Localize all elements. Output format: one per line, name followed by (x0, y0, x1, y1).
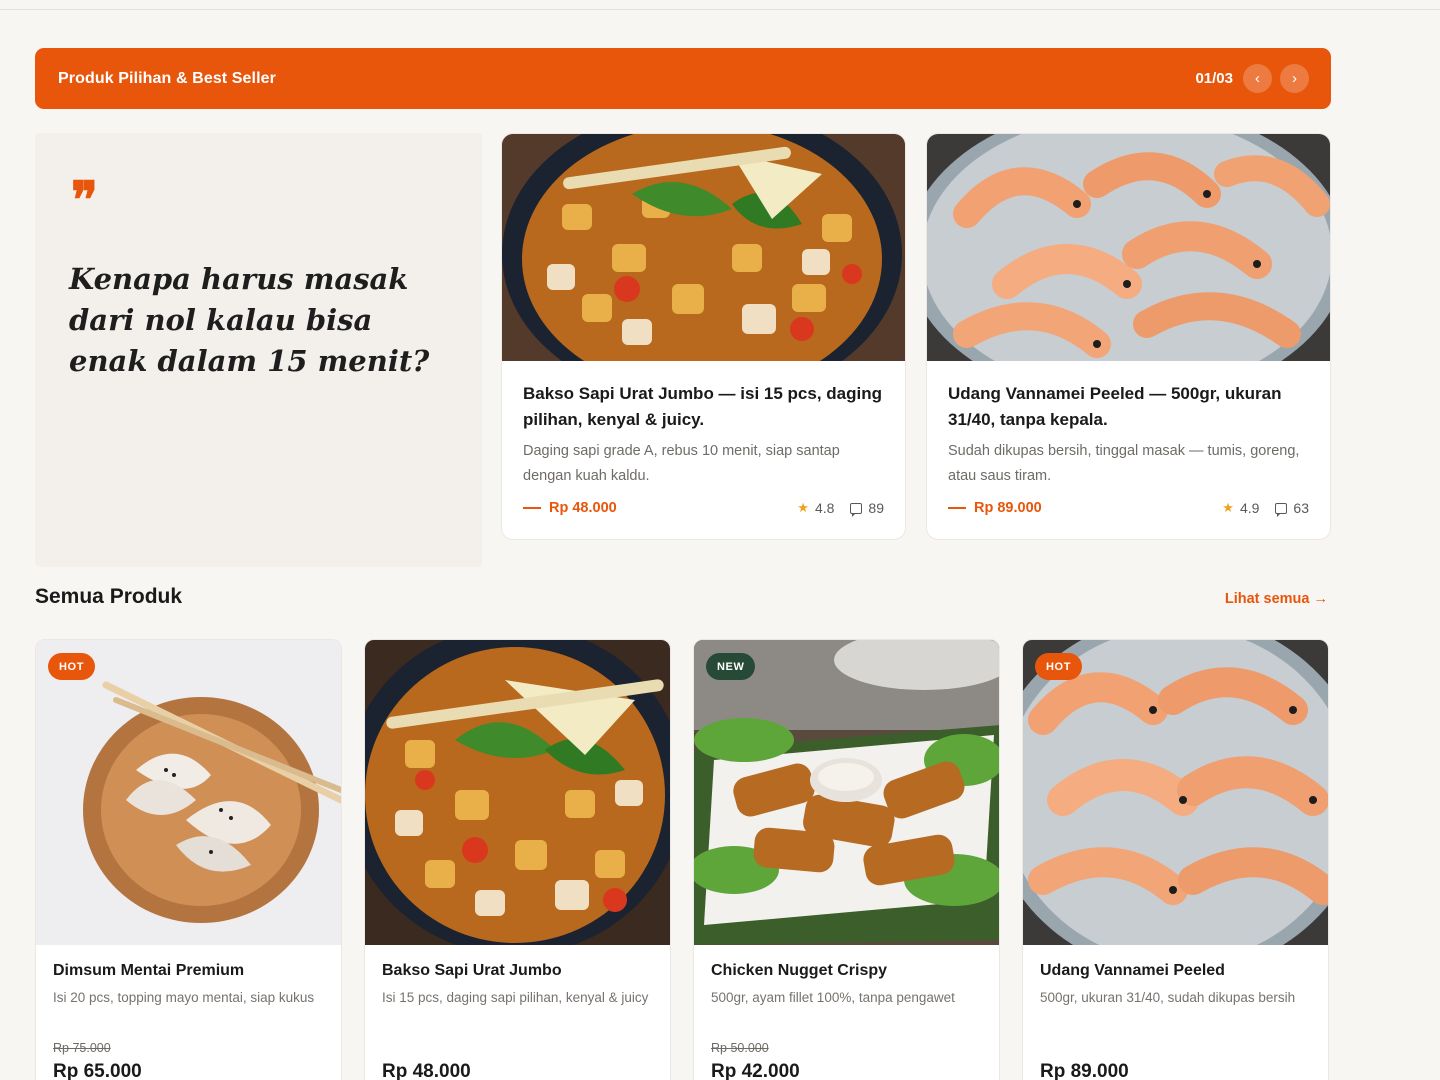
product-image-dimsum: HOT (36, 640, 341, 945)
product-image-udang (927, 134, 1330, 361)
comment-icon (1275, 502, 1288, 517)
featured-price: Rp 89.000 (974, 500, 1042, 516)
chevron-right-icon: › (1292, 70, 1297, 87)
product-card[interactable]: HOT Udang Vannamei Peeled 500gr, ukuran … (1022, 639, 1329, 1080)
review-count: 63 (1293, 500, 1309, 516)
product-desc: 500gr, ukuran 31/40, sudah dikupas bersi… (1040, 990, 1296, 1005)
product-name: Bakso Sapi Urat Jumbo (382, 962, 562, 979)
product-card[interactable]: NEW Chicken Nugget Crispy 500gr, ayam fi… (693, 639, 1000, 1080)
price-dash (523, 507, 541, 509)
product-price: Rp 89.000 (1040, 1061, 1129, 1080)
product-price: Rp 65.000 (53, 1061, 142, 1080)
banner-title: Produk Pilihan & Best Seller (58, 69, 276, 87)
rating-value: 4.9 (1239, 500, 1260, 516)
status-badge: HOT (48, 653, 96, 680)
quote-icon: ❞ (71, 170, 98, 229)
featured-price: Rp 48.000 (549, 500, 617, 516)
product-image-bakso (365, 640, 670, 945)
product-desc: 500gr, ayam fillet 100%, tanpa pengawet (711, 990, 955, 1005)
prev-slide-button[interactable]: ‹ (1243, 64, 1272, 93)
top-divider (0, 9, 1440, 10)
featured-desc: Sudah dikupas bersih, tinggal masak — tu… (948, 443, 1300, 484)
featured-footer: Rp 89.000 ★ 4.9 63 (948, 500, 1309, 517)
star-icon: ★ (1222, 500, 1234, 515)
featured-card[interactable]: Bakso Sapi Urat Jumbo — isi 15 pcs, dagi… (501, 133, 906, 540)
product-card[interactable]: Bakso Sapi Urat Jumbo Isi 15 pcs, daging… (364, 639, 671, 1080)
chevron-left-icon: ‹ (1255, 70, 1260, 87)
product-card[interactable]: HOT Dimsum Mentai Premium Isi 20 pcs, to… (35, 639, 342, 1080)
status-badge: NEW (706, 653, 756, 680)
featured-desc: Daging sapi grade A, rebus 10 menit, sia… (523, 443, 840, 484)
carousel-controls: 01/03 ‹ › (1195, 64, 1309, 93)
product-name: Udang Vannamei Peeled (1040, 962, 1225, 979)
featured-title: Bakso Sapi Urat Jumbo — isi 15 pcs, dagi… (523, 384, 882, 429)
featured-footer: Rp 48.000 ★ 4.8 89 (523, 500, 884, 517)
product-price: Rp 48.000 (382, 1061, 471, 1080)
section-title: Semua Produk (35, 585, 183, 608)
review-count: 89 (868, 500, 884, 516)
quote-text: Kenapa harus masak dari nol kalau bisa e… (69, 262, 430, 378)
status-badge: HOT (1035, 653, 1083, 680)
product-image-bakso (502, 134, 905, 361)
product-desc: Isi 20 pcs, topping mayo mentai, siap ku… (53, 990, 315, 1005)
rating-value: 4.8 (814, 500, 835, 516)
featured-card[interactable]: Udang Vannamei Peeled — 500gr, ukuran 31… (926, 133, 1331, 540)
product-image-udang: HOT (1023, 640, 1328, 945)
see-all-link[interactable]: Lihat semua → (1225, 591, 1328, 607)
old-price: Rp 75.000 (53, 1041, 111, 1055)
product-image-nugget: NEW (694, 640, 999, 945)
comment-icon (850, 502, 863, 517)
featured-title: Udang Vannamei Peeled — 500gr, ukuran 31… (948, 384, 1282, 429)
product-price: Rp 42.000 (711, 1061, 800, 1080)
product-name: Chicken Nugget Crispy (711, 962, 888, 979)
product-desc: Isi 15 pcs, daging sapi pilihan, kenyal … (382, 990, 649, 1005)
product-name: Dimsum Mentai Premium (53, 962, 245, 979)
price-dash (948, 507, 966, 509)
featured-banner: Produk Pilihan & Best Seller 01/03 ‹ › (35, 48, 1331, 109)
next-slide-button[interactable]: › (1280, 64, 1309, 93)
slide-counter: 01/03 (1195, 70, 1233, 87)
old-price: Rp 50.000 (711, 1041, 769, 1055)
star-icon: ★ (797, 500, 809, 515)
quote-panel: ❞ Kenapa harus masak dari nol kalau bisa… (35, 133, 482, 567)
